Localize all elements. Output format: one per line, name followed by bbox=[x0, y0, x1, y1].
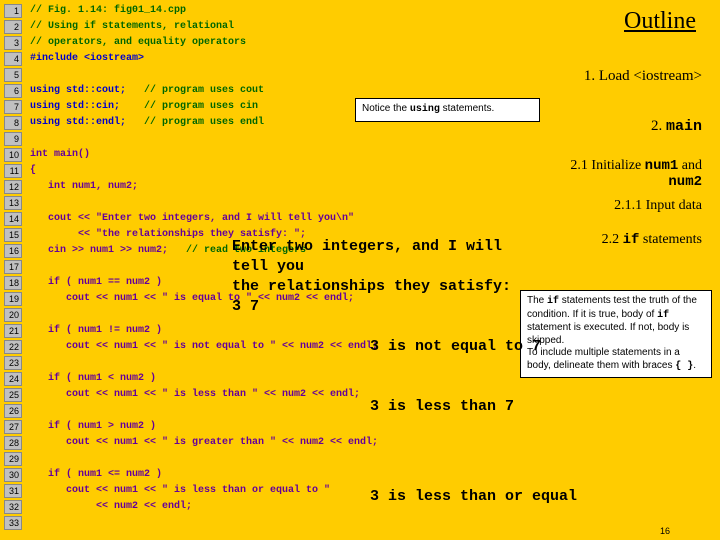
line-number: 3 bbox=[4, 36, 22, 50]
code-line: using std::cout; // program uses cout bbox=[30, 85, 264, 96]
line-number: 13 bbox=[4, 196, 22, 210]
line-number: 2 bbox=[4, 20, 22, 34]
line-number: 31 bbox=[4, 484, 22, 498]
line-number: 6 bbox=[4, 84, 22, 98]
code-line: cout << "Enter two integers, and I will … bbox=[30, 213, 354, 224]
line-number: 22 bbox=[4, 340, 22, 354]
output-line-7: 3 is less than or equal bbox=[370, 488, 577, 505]
annot-load: 1. Load <iostream> bbox=[584, 68, 702, 85]
line-number: 4 bbox=[4, 52, 22, 66]
code-line: int main() bbox=[30, 149, 90, 160]
line-number: 18 bbox=[4, 276, 22, 290]
line-number: 14 bbox=[4, 212, 22, 226]
code-line: cout << num1 << " is less than or equal … bbox=[30, 485, 330, 496]
line-number: 30 bbox=[4, 468, 22, 482]
callout-using: Notice the using statements. bbox=[355, 98, 540, 122]
line-number: 9 bbox=[4, 132, 22, 146]
output-line-1: Enter two integers, and I will bbox=[232, 238, 502, 255]
line-number: 27 bbox=[4, 420, 22, 434]
code-line: cout << num1 << " is not equal to " << n… bbox=[30, 341, 378, 352]
line-number: 1 bbox=[4, 4, 22, 18]
annot-init: 2.1 Initialize num1 andnum2 bbox=[570, 158, 702, 190]
line-number: 8 bbox=[4, 116, 22, 130]
annot-main: 2. main bbox=[651, 118, 702, 135]
page-number: 16 bbox=[660, 526, 670, 536]
line-number: 33 bbox=[4, 516, 22, 530]
line-number: 21 bbox=[4, 324, 22, 338]
line-number: 11 bbox=[4, 164, 22, 178]
code-line: if ( num1 < num2 ) bbox=[30, 373, 156, 384]
line-number: 5 bbox=[4, 68, 22, 82]
line-number: 28 bbox=[4, 436, 22, 450]
output-line-6: 3 is less than 7 bbox=[370, 398, 514, 415]
code-line: << num2 << endl; bbox=[30, 501, 192, 512]
line-number: 29 bbox=[4, 452, 22, 466]
code-line: cout << num1 << " is less than " << num2… bbox=[30, 389, 360, 400]
annot-input: 2.1.1 Input data bbox=[614, 198, 702, 214]
output-line-5: 3 is not equal to 7 bbox=[370, 338, 541, 355]
line-number: 19 bbox=[4, 292, 22, 306]
code-line: #include <iostream> bbox=[30, 53, 144, 64]
code-line: // Using if statements, relational bbox=[30, 21, 234, 32]
callout-ifbody: The if statements test the truth of the … bbox=[520, 290, 712, 378]
line-number: 32 bbox=[4, 500, 22, 514]
line-number: 23 bbox=[4, 356, 22, 370]
line-number: 7 bbox=[4, 100, 22, 114]
output-line-3: the relationships they satisfy: bbox=[232, 278, 511, 295]
line-number: 10 bbox=[4, 148, 22, 162]
line-number: 26 bbox=[4, 404, 22, 418]
code-line: { bbox=[30, 165, 36, 176]
code-line: if ( num1 != num2 ) bbox=[30, 325, 162, 336]
code-line: using std::endl; // program uses endl bbox=[30, 117, 264, 128]
code-line: if ( num1 == num2 ) bbox=[30, 277, 162, 288]
code-line: if ( num1 > num2 ) bbox=[30, 421, 156, 432]
code-line: // operators, and equality operators bbox=[30, 37, 246, 48]
code-line: // Fig. 1.14: fig01_14.cpp bbox=[30, 5, 186, 16]
output-line-2: tell you bbox=[232, 258, 304, 275]
code-line: using std::cin; // program uses cin bbox=[30, 101, 258, 112]
output-line-4: 3 7 bbox=[232, 298, 259, 315]
annot-ifstmts: 2.2 if statements bbox=[602, 232, 702, 248]
line-number: 24 bbox=[4, 372, 22, 386]
code-line: cout << num1 << " is greater than " << n… bbox=[30, 437, 378, 448]
line-number: 15 bbox=[4, 228, 22, 242]
line-number: 12 bbox=[4, 180, 22, 194]
code-line: if ( num1 <= num2 ) bbox=[30, 469, 162, 480]
line-number: 20 bbox=[4, 308, 22, 322]
code-line: int num1, num2; bbox=[30, 181, 138, 192]
line-number: 17 bbox=[4, 260, 22, 274]
line-number: 25 bbox=[4, 388, 22, 402]
outline-heading: Outline bbox=[624, 8, 696, 35]
line-number: 16 bbox=[4, 244, 22, 258]
